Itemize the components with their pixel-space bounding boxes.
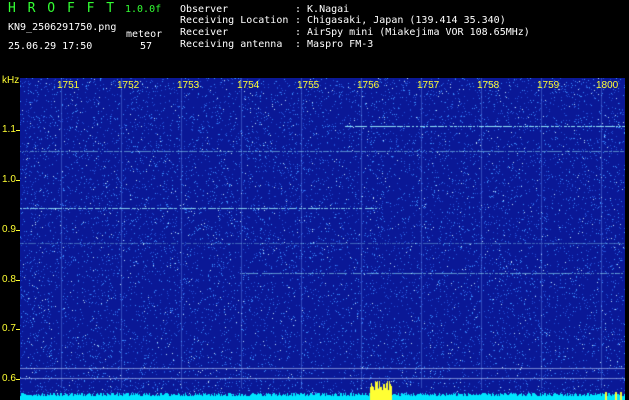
y-tick-label: 0.8: [2, 274, 16, 285]
y-tick-label: 0.6: [2, 373, 16, 384]
time-label: 1753: [177, 80, 200, 91]
time-label: 1752: [117, 80, 140, 91]
datetime-label: 25.06.29 17:50: [8, 41, 93, 52]
count-label: 57: [140, 41, 153, 52]
y-tick-label: 1.1: [2, 124, 16, 135]
time-label: 1759: [537, 80, 560, 91]
file-name: KN9_2506291750.png: [8, 22, 117, 33]
spectrogram: [20, 78, 625, 400]
y-tick: [16, 180, 20, 181]
y-tick: [16, 280, 20, 281]
y-tick: [16, 130, 20, 131]
version-label: 1.0.0f: [125, 4, 162, 15]
time-label: 1751: [57, 80, 80, 91]
y-tick: [16, 230, 20, 231]
y-tick: [16, 379, 20, 380]
time-label: 1757: [417, 80, 440, 91]
time-label: 1758: [477, 80, 500, 91]
time-label: 1755: [297, 80, 320, 91]
y-tick: [16, 329, 20, 330]
time-label: 1756: [357, 80, 380, 91]
spectrogram-canvas: [20, 78, 625, 400]
y-tick-label: 0.7: [2, 323, 16, 334]
location-value: : Chigasaki, Japan (139.414 35.340): [295, 15, 506, 26]
receiver-label: Receiver: [180, 27, 229, 38]
location-label: Receiving Location: [180, 15, 289, 26]
time-label: 1800: [596, 80, 619, 91]
mode-label: meteor: [126, 29, 163, 40]
antenna-value: : Maspro FM-3: [295, 39, 374, 50]
antenna-label: Receiving antenna: [180, 39, 283, 50]
axis-unit: kHz: [2, 75, 20, 86]
time-label: 1754: [237, 80, 260, 91]
app-title: H R O F F T: [8, 1, 117, 16]
receiver-value: : AirSpy mini (Miakejima VOR 108.65MHz): [295, 27, 530, 38]
y-tick-label: 0.9: [2, 224, 16, 235]
y-tick-label: 1.0: [2, 174, 16, 185]
